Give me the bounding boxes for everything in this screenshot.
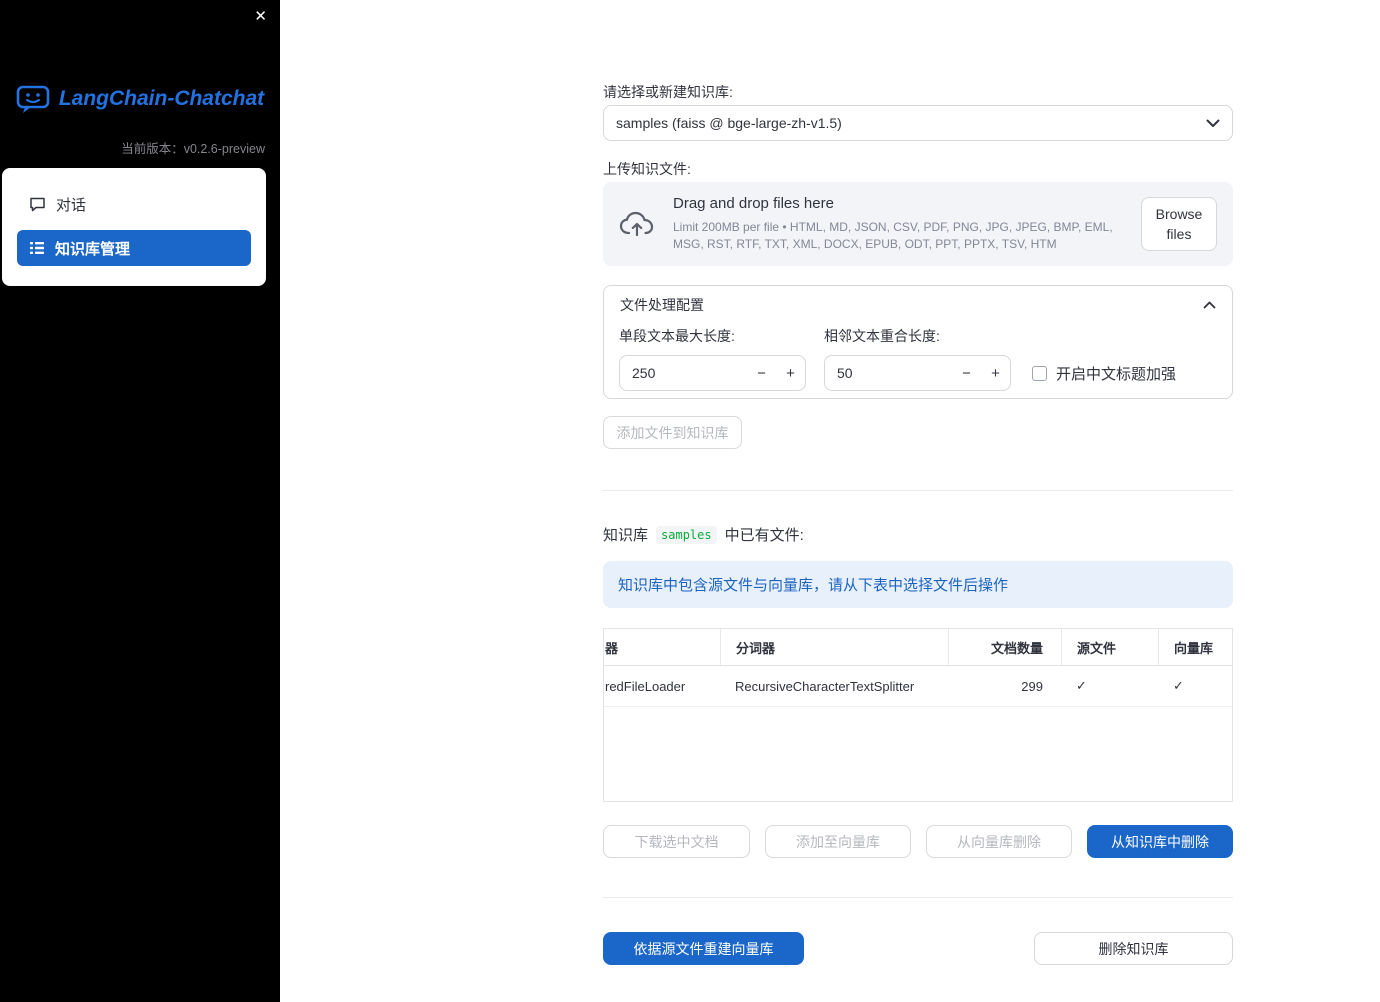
expander-header[interactable]: 文件处理配置 — [604, 286, 1232, 324]
cloud-upload-icon — [619, 211, 657, 237]
zh-title-enhance-group: 开启中文标题加强 — [1032, 363, 1176, 384]
sidebar-nav: 对话 知识库管理 — [2, 168, 266, 286]
divider — [603, 897, 1233, 898]
add-to-vector-store-button[interactable]: 添加至向量库 — [765, 825, 911, 858]
kb-files-table: 器 分词器 文档数量 源文件 向量库 redFileLoader Recursi… — [603, 628, 1233, 802]
kb-files-prefix: 知识库 — [603, 527, 649, 544]
download-selected-button[interactable]: 下载选中文档 — [603, 825, 750, 858]
column-header-source-file[interactable]: 源文件 — [1061, 629, 1158, 665]
zh-title-enhance-checkbox[interactable] — [1032, 366, 1047, 381]
table-action-buttons: 下载选中文档 添加至向量库 从向量库删除 从知识库中删除 — [603, 825, 1233, 858]
column-header-loader[interactable]: 器 — [604, 629, 720, 665]
cell-vector-check: ✓ — [1173, 678, 1184, 693]
rebuild-vector-store-button[interactable]: 依据源文件重建向量库 — [603, 932, 804, 965]
cell-loader: redFileLoader — [605, 678, 686, 694]
expander-title: 文件处理配置 — [620, 297, 704, 313]
chat-bubble-icon — [29, 196, 46, 212]
minus-button[interactable]: − — [747, 356, 776, 390]
sidebar: ✕ LangChain-Chatchat 当前版本：v0.2.6-preview — [0, 0, 280, 1002]
zh-title-enhance-label: 开启中文标题加强 — [1056, 366, 1177, 383]
cell-doc-count: 299 — [1021, 678, 1043, 694]
upload-label: 上传知识文件: — [603, 161, 691, 177]
plus-button[interactable]: + — [776, 356, 805, 390]
dropzone-title: Drag and drop files here — [673, 195, 834, 213]
plus-button[interactable]: + — [981, 356, 1010, 390]
chunk-size-input: − + — [619, 355, 806, 391]
chunk-overlap-field[interactable] — [825, 365, 952, 381]
add-files-to-kb-button[interactable]: 添加文件到知识库 — [603, 416, 742, 449]
cell-source-check: ✓ — [1076, 678, 1087, 693]
column-header-splitter[interactable]: 分词器 — [720, 629, 948, 665]
dropzone-limit-text: Limit 200MB per file • HTML, MD, JSON, C… — [673, 220, 1113, 251]
chunk-size-group: 单段文本最大长度: − + — [619, 326, 806, 391]
version-caption: 当前版本：v0.2.6-preview — [121, 142, 265, 156]
column-header-doc-count[interactable]: 文档数量 — [948, 629, 1061, 665]
file-dropzone[interactable]: Drag and drop files here Limit 200MB per… — [603, 182, 1233, 266]
chunk-size-field[interactable] — [620, 365, 747, 381]
dropzone-instructions: Drag and drop files here Limit 200MB per… — [673, 195, 1125, 253]
kb-select-dropdown[interactable]: samples (faiss @ bge-large-zh-v1.5) — [603, 105, 1233, 141]
sidebar-item-label: 对话 — [56, 196, 87, 214]
file-config-expander: 文件处理配置 单段文本最大长度: − + 相邻文本重合长度: — [603, 285, 1233, 399]
chunk-overlap-group: 相邻文本重合长度: − + — [824, 326, 1011, 391]
main-content: 请选择或新建知识库: samples (faiss @ bge-large-zh… — [280, 0, 1380, 1002]
delete-from-vector-store-button[interactable]: 从向量库删除 — [926, 825, 1072, 858]
expander-body: 单段文本最大长度: − + 相邻文本重合长度: − + — [604, 324, 1232, 391]
kb-select-label: 请选择或新建知识库: — [603, 84, 733, 100]
sidebar-item-label: 知识库管理 — [55, 240, 131, 258]
info-banner: 知识库中包含源文件与向量库，请从下表中选择文件后操作 — [603, 561, 1233, 608]
info-text: 知识库中包含源文件与向量库，请从下表中选择文件后操作 — [618, 577, 1009, 594]
divider — [603, 490, 1233, 491]
chunk-size-label: 单段文本最大长度: — [619, 328, 735, 344]
logo-chat-icon — [16, 84, 50, 114]
kb-files-suffix: 中已有文件: — [724, 527, 804, 544]
list-icon — [29, 241, 45, 255]
chevron-down-icon — [1206, 119, 1220, 128]
kb-name-code: samples — [656, 525, 717, 544]
browse-files-button[interactable]: Browse files — [1141, 196, 1217, 252]
sidebar-item-knowledge-base[interactable]: 知识库管理 — [17, 230, 251, 266]
app-window: ✕ LangChain-Chatchat 当前版本：v0.2.6-preview — [0, 0, 1380, 1002]
kb-files-heading: 知识库 samples 中已有文件: — [603, 524, 1233, 545]
logo-text: LangChain-Chatchat — [58, 87, 265, 110]
table-row[interactable]: redFileLoader RecursiveCharacterTextSpli… — [604, 666, 1232, 707]
app-logo: LangChain-Chatchat — [0, 84, 280, 114]
sidebar-close-icon[interactable]: ✕ — [254, 7, 267, 25]
minus-button[interactable]: − — [952, 356, 981, 390]
sidebar-item-dialogue[interactable]: 对话 — [17, 186, 251, 222]
chunk-overlap-input: − + — [824, 355, 1011, 391]
column-header-vector-store[interactable]: 向量库 — [1158, 629, 1232, 665]
table-header-row: 器 分词器 文档数量 源文件 向量库 — [604, 629, 1232, 666]
delete-from-kb-button[interactable]: 从知识库中删除 — [1087, 825, 1233, 858]
cell-splitter: RecursiveCharacterTextSplitter — [735, 678, 915, 694]
kb-select-value: samples (faiss @ bge-large-zh-v1.5) — [616, 115, 842, 131]
footer-buttons: 依据源文件重建向量库 删除知识库 — [603, 932, 1233, 965]
chevron-up-icon — [1203, 301, 1216, 309]
chunk-overlap-label: 相邻文本重合长度: — [824, 328, 940, 344]
delete-kb-button[interactable]: 删除知识库 — [1034, 932, 1233, 965]
